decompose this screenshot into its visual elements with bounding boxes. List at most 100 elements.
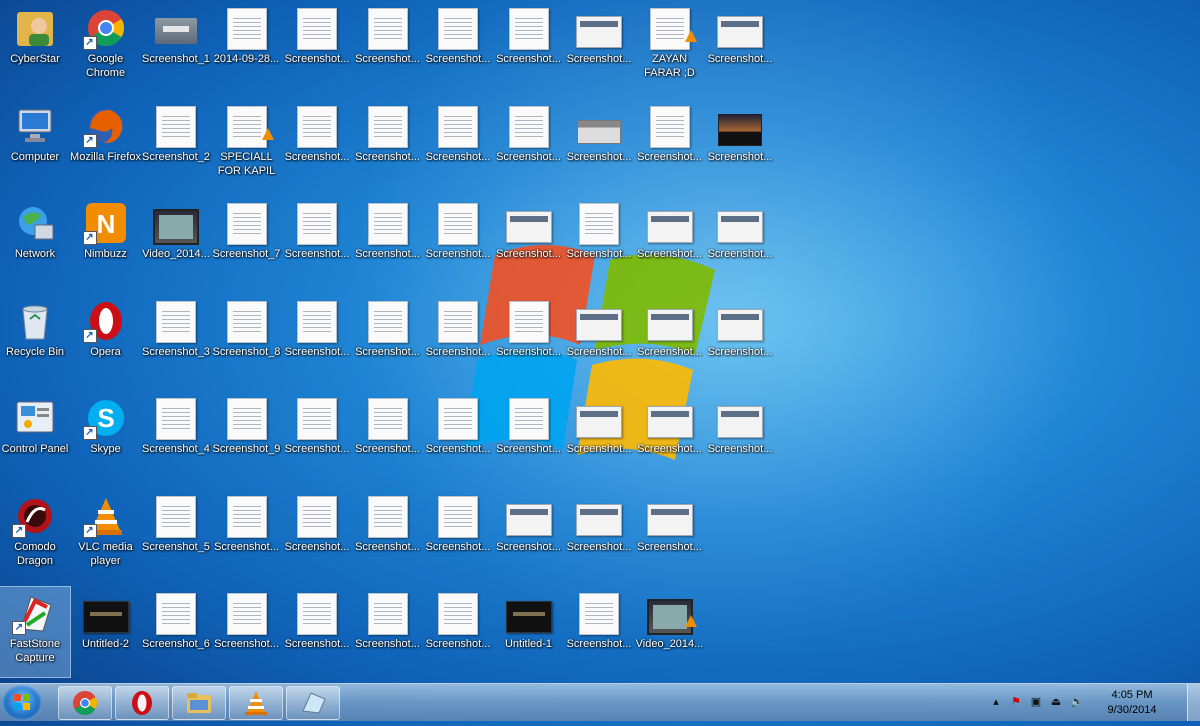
desktop-icon[interactable]: Screenshot_3 [141,295,211,385]
desktop-icon[interactable]: ↗ Opera [71,295,141,385]
desktop-icon[interactable]: Screenshot... [423,197,493,287]
opera-taskbar-button[interactable] [115,686,169,720]
desktop-icon[interactable]: Screenshot... [705,100,775,190]
explorer-taskbar-button[interactable] [172,686,226,720]
show-desktop-button[interactable] [1187,684,1200,721]
desktop-icon[interactable]: Screenshot... [705,2,775,92]
desktop-icon[interactable]: Screenshot... [494,392,564,482]
desktop-icon[interactable]: Screenshot_1 [141,2,211,92]
desktop-icon-label: Screenshot... [355,443,420,455]
desktop-icon[interactable]: Screenshot_6 [141,587,211,677]
desktop-icon[interactable]: Screenshot... [423,587,493,677]
desktop-icon[interactable]: Screenshot... [353,2,423,92]
show-hidden-icons-icon[interactable]: ▴ [990,696,1002,708]
desktop-icon[interactable]: 2014-09-28... [212,2,282,92]
desktop-icon[interactable]: Screenshot... [564,490,634,580]
desktop-icon[interactable]: Screenshot... [564,100,634,190]
document-thumbnail-icon [297,495,337,538]
desktop-icon[interactable]: Screenshot... [705,197,775,287]
desktop-icon-label: Screenshot... [566,150,632,163]
desktop-icon[interactable]: Screenshot... [494,100,564,190]
desktop-icon[interactable]: Screenshot... [353,295,423,385]
desktop-icon[interactable]: Screenshot... [564,295,634,385]
faststone-taskbar-button[interactable] [286,686,340,720]
start-button[interactable] [2,685,42,721]
desktop-icon-label: Screenshot... [425,150,491,163]
desktop-icon[interactable]: Screenshot... [353,490,423,580]
desktop-icon[interactable]: Video_2014... [141,197,211,287]
desktop-icon-label: Screenshot... [496,345,561,358]
desktop-icon[interactable]: ↗ Mozilla Firefox [70,100,141,190]
desktop-icon[interactable]: Screenshot... [282,197,352,287]
desktop-icon[interactable]: Screenshot... [635,392,705,482]
desktop-icon[interactable]: Screenshot... [705,295,775,385]
desktop-icon[interactable]: Untitled-1 [494,587,564,677]
desktop-icon[interactable]: Screenshot... [282,100,352,190]
desktop-icon[interactable]: Screenshot... [494,490,564,580]
desktop-icon-label: Screenshot... [496,248,561,260]
desktop-icon[interactable]: Screenshot... [494,197,564,287]
desktop-icon[interactable]: N ↗ Nimbuzz [71,197,141,287]
desktop-icon[interactable]: Screenshot... [494,2,564,92]
volume-icon[interactable]: 🔈 [1070,696,1084,708]
desktop-icon[interactable]: SPECIALL FOR KAPIL [212,100,282,190]
desktop-icon[interactable]: CyberStar [0,2,70,92]
network-icon[interactable]: ▣ [1030,696,1042,708]
desktop-icon[interactable]: Screenshot... [635,490,705,580]
desktop-icon[interactable]: ZAYAN FARAR ;D [635,2,705,92]
desktop-icon[interactable]: Screenshot_9 [212,392,282,482]
shortcut-arrow-icon: ↗ [12,523,26,538]
desktop-icon[interactable]: Screenshot... [282,392,352,482]
desktop-icon[interactable]: Screenshot... [212,587,282,677]
desktop-icon[interactable]: S ↗ Skype [71,392,141,482]
desktop-icon[interactable]: Screenshot... [423,490,493,580]
desktop-icon[interactable]: Screenshot... [423,100,493,190]
safely-remove-hardware-icon[interactable]: ⏏ [1050,696,1062,708]
vlc-taskbar-button[interactable] [229,686,283,720]
document-thumbnail-icon [438,203,478,245]
desktop-icon[interactable]: Screenshot... [423,2,493,92]
desktop-icon[interactable]: Screenshot... [635,100,705,190]
desktop-icon[interactable]: Screenshot... [282,295,352,385]
desktop-icon[interactable]: Screenshot... [212,490,282,580]
desktop-icon[interactable]: Screenshot_5 [141,490,211,580]
desktop-icon[interactable]: Screenshot... [564,587,634,677]
desktop-icon[interactable]: ↗ VLC media player [71,490,141,580]
desktop-icon[interactable]: ↗ Comodo Dragon [0,490,70,580]
desktop-icon[interactable]: Computer [0,100,70,190]
desktop-icon[interactable]: Screenshot... [705,392,775,482]
desktop-icon[interactable]: Screenshot... [564,392,634,482]
desktop-icon[interactable]: Screenshot... [635,295,705,385]
desktop-icon[interactable]: Screenshot_4 [141,392,211,482]
desktop-icon[interactable]: Screenshot... [494,295,564,385]
desktop-icon[interactable]: Screenshot... [564,2,634,92]
desktop-icon[interactable]: Screenshot... [282,2,352,92]
desktop-icon[interactable]: Screenshot... [635,197,705,287]
desktop-icon[interactable]: Screenshot... [282,587,352,677]
desktop-icon[interactable]: ↗ Google Chrome [71,2,141,92]
desktop-icon[interactable]: Screenshot... [353,197,423,287]
desktop-icon[interactable]: Screenshot... [353,100,423,190]
shortcut-arrow-icon: ↗ [82,328,97,343]
action-center-icon[interactable]: ⚑ [1010,696,1022,708]
desktop-icon[interactable]: Network [0,197,70,287]
desktop-icon[interactable]: Screenshot... [353,392,423,482]
desktop-icon-label: Screenshot_3 [142,345,210,358]
desktop-icon[interactable]: Recycle Bin [0,295,70,385]
desktop-icon[interactable]: Control Panel [0,392,70,482]
desktop-icon[interactable]: Screenshot_2 [141,100,211,190]
desktop-icon[interactable]: Screenshot... [423,295,493,385]
desktop-icon[interactable]: Screenshot_7 [212,197,282,287]
desktop-icon[interactable]: Screenshot... [423,392,493,482]
desktop-icon-label: Comodo Dragon [14,540,56,567]
desktop-icon[interactable]: Screenshot_8 [212,295,282,385]
desktop-icon[interactable]: Screenshot... [282,490,352,580]
desktop-icon[interactable]: Video_2014... [635,587,705,677]
desktop-icon[interactable]: Screenshot... [564,197,634,287]
chrome-taskbar-button[interactable] [58,686,112,720]
desktop-icon-label: Screenshot... [284,443,350,455]
desktop-icon[interactable]: Untitled-2 [71,587,141,677]
desktop-icon[interactable]: Screenshot... [353,587,423,677]
desktop-icon[interactable]: ↗ FastStone Capture [0,586,71,678]
taskbar-clock[interactable]: 4:05 PM 9/30/2014 [1102,688,1162,718]
